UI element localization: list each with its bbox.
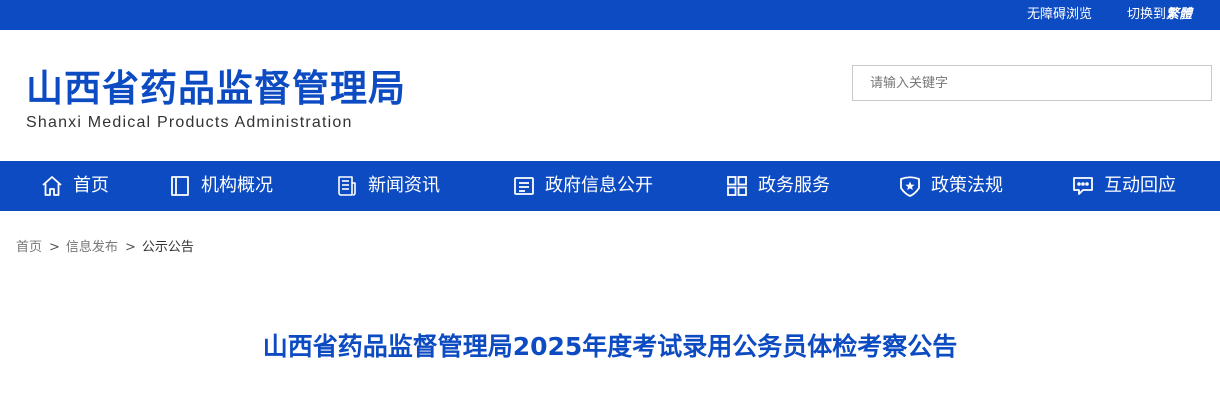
- breadcrumb-home[interactable]: 首页: [16, 239, 42, 257]
- book-icon: [171, 176, 189, 196]
- chat-icon: [1073, 177, 1093, 195]
- nav-item-gov-info[interactable]: 政府信息公开: [512, 161, 653, 211]
- document-list-icon: [514, 177, 534, 195]
- grid-icon: [727, 176, 747, 196]
- nav-label: 首页: [73, 175, 109, 196]
- nav-item-news[interactable]: 新闻资讯: [335, 161, 440, 211]
- search-box: [852, 65, 1212, 101]
- breadcrumb-current[interactable]: 公示公告: [142, 239, 194, 257]
- nav-item-services[interactable]: 政务服务: [725, 161, 830, 211]
- breadcrumb: 首页 > 信息发布 > 公示公告: [16, 239, 194, 257]
- nav-item-interaction[interactable]: 互动回应: [1071, 161, 1176, 211]
- nav-label: 政府信息公开: [545, 175, 653, 196]
- switch-target: 繁體: [1166, 7, 1193, 22]
- nav-label: 新闻资讯: [368, 175, 440, 196]
- nav-item-home[interactable]: 首页: [40, 161, 109, 211]
- breadcrumb-separator: >: [49, 240, 60, 255]
- nav-label: 政策法规: [931, 175, 1003, 196]
- newspaper-icon: [338, 176, 356, 196]
- main-nav: 首页 机构概况 新闻资讯 政府信息公开 政务服务 政策法规 互动回应: [0, 161, 1220, 211]
- top-bar: 无障碍浏览 切换到繁體: [0, 0, 1220, 30]
- breadcrumb-info-release[interactable]: 信息发布: [66, 239, 118, 257]
- traditional-chinese-switch[interactable]: 切换到繁體: [1127, 0, 1192, 30]
- article-title: 山西省药品监督管理局2025年度考试录用公务员体检考察公告: [262, 332, 958, 361]
- search-input[interactable]: [853, 66, 1211, 100]
- accessibility-link[interactable]: 无障碍浏览: [1027, 0, 1092, 30]
- nav-label: 政务服务: [758, 175, 830, 196]
- site-logo[interactable]: 山西省药品监督管理局 Shanxi Medical Products Admin…: [26, 66, 426, 133]
- logo-title: 山西省药品监督管理局: [26, 67, 406, 110]
- site-header: 山西省药品监督管理局 Shanxi Medical Products Admin…: [0, 30, 1220, 161]
- nav-item-policy[interactable]: 政策法规: [898, 161, 1003, 211]
- switch-prefix: 切换到: [1127, 7, 1167, 22]
- home-icon: [42, 176, 62, 196]
- breadcrumb-separator: >: [124, 240, 136, 255]
- nav-label: 互动回应: [1104, 175, 1176, 196]
- logo-subtitle: Shanxi Medical Products Administration: [26, 114, 353, 131]
- shield-star-icon: [900, 176, 920, 197]
- nav-item-about[interactable]: 机构概况: [168, 161, 273, 211]
- nav-label: 机构概况: [201, 175, 273, 196]
